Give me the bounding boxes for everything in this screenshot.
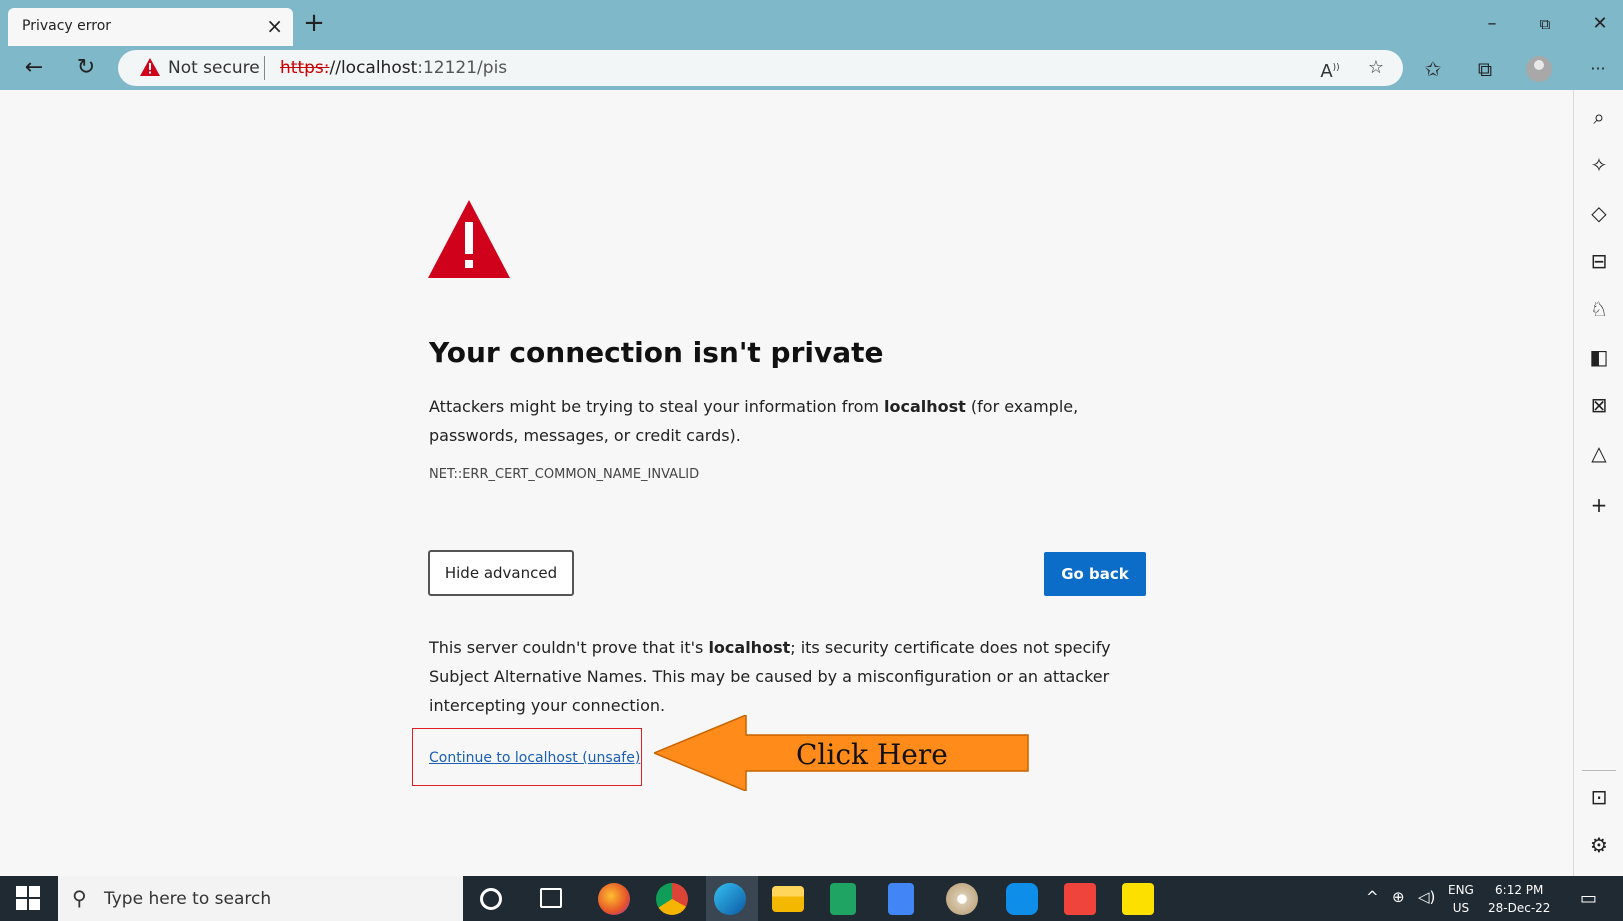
- taskbar-clock[interactable]: 6:12 PM 28-Dec-22: [1488, 881, 1550, 917]
- url-separator: [264, 56, 265, 80]
- cortana-icon[interactable]: [480, 888, 502, 910]
- add-icon[interactable]: +: [1584, 490, 1614, 520]
- sidebar-divider: [1582, 770, 1616, 771]
- copilot-icon[interactable]: ✧: [1584, 150, 1614, 180]
- refresh-button[interactable]: ↻: [70, 52, 102, 84]
- chrome-icon[interactable]: [656, 883, 688, 915]
- description-host: localhost: [884, 397, 966, 416]
- close-tab-icon[interactable]: ×: [266, 14, 283, 38]
- warning-triangle-icon: [428, 200, 510, 278]
- notifications-icon[interactable]: ▭: [1580, 888, 1597, 909]
- tab-privacy-error[interactable]: Privacy error ×: [8, 8, 293, 46]
- hide-advanced-button[interactable]: Hide advanced: [428, 550, 574, 596]
- address-bar[interactable]: Not secure https://localhost:12121/pis A…: [118, 50, 1403, 86]
- url-text[interactable]: https://localhost:12121/pis: [280, 58, 507, 78]
- minimize-button[interactable]: –: [1477, 10, 1507, 38]
- url-scheme: https:: [280, 58, 330, 78]
- restore-button[interactable]: ⧉: [1530, 10, 1560, 38]
- volume-icon[interactable]: ◁): [1418, 888, 1435, 906]
- settings-icon[interactable]: ⚙: [1584, 830, 1614, 860]
- tools-icon[interactable]: ⊟: [1584, 246, 1614, 276]
- click-here-annotation: Click Here: [796, 738, 948, 771]
- read-aloud-icon[interactable]: A)): [1316, 56, 1344, 82]
- not-secure-label[interactable]: Not secure: [168, 58, 260, 78]
- back-button[interactable]: ←: [18, 52, 50, 84]
- search-icon[interactable]: ⌕: [1584, 102, 1614, 132]
- taskbar-search-placeholder: Type here to search: [104, 889, 272, 909]
- show-hidden-icons-icon[interactable]: ^: [1366, 888, 1379, 906]
- docs-icon[interactable]: [888, 883, 914, 915]
- windows-start-icon[interactable]: [16, 886, 40, 910]
- details-host: localhost: [708, 638, 791, 657]
- tab-title: Privacy error: [22, 18, 112, 34]
- sticky-notes-icon[interactable]: [1122, 883, 1154, 915]
- language-code: ENG: [1448, 883, 1474, 897]
- search-glass-icon: ⚲: [72, 886, 87, 910]
- shopping-tag-icon[interactable]: ◇: [1584, 198, 1614, 228]
- office-icon[interactable]: ◧: [1584, 342, 1614, 372]
- windows-taskbar: ⚲ Type here to search ^ ⊕ ◁) ENG US 6:12 …: [0, 876, 1623, 921]
- split-screen-icon[interactable]: ⊡: [1584, 782, 1614, 812]
- url-path: :12121/pis: [417, 58, 508, 78]
- anydesk-icon[interactable]: [1064, 883, 1096, 915]
- new-tab-button[interactable]: +: [300, 10, 328, 38]
- warning-description: Attackers might be trying to steal your …: [429, 392, 1129, 450]
- description-text-start: Attackers might be trying to steal your …: [429, 397, 885, 416]
- error-code[interactable]: NET::ERR_CERT_COMMON_NAME_INVALID: [429, 467, 699, 482]
- advanced-details: This server couldn't prove that it's loc…: [429, 633, 1119, 720]
- tab-strip: Privacy error × + – ⧉ ✕: [0, 0, 1623, 46]
- details-text-start: This server couldn't prove that it's: [429, 638, 709, 657]
- page-title: Your connection isn't private: [429, 336, 884, 369]
- edge-sidebar: ⌕ ✧ ◇ ⊟ ♘ ◧ ⊠ △ + ⊡ ⚙: [1573, 90, 1623, 876]
- profile-icon[interactable]: [1526, 56, 1552, 82]
- file-explorer-icon[interactable]: [772, 886, 804, 912]
- go-back-button[interactable]: Go back: [1044, 552, 1146, 596]
- region-code: US: [1452, 901, 1470, 915]
- firefox-icon[interactable]: [598, 883, 630, 915]
- not-secure-warning-icon: [140, 58, 160, 76]
- task-view-icon[interactable]: [540, 888, 562, 908]
- paint-icon[interactable]: [946, 883, 978, 915]
- continue-unsafe-link[interactable]: Continue to localhost (unsafe): [429, 750, 640, 766]
- teamviewer-icon[interactable]: [1006, 883, 1038, 915]
- more-menu-button[interactable]: ···: [1583, 56, 1613, 82]
- sheets-icon[interactable]: [830, 883, 856, 915]
- page-content: Your connection isn't private Attackers …: [0, 90, 1573, 876]
- url-host: //localhost: [329, 58, 418, 78]
- favorites-icon[interactable]: ✩: [1418, 56, 1448, 82]
- navigation-bar: ← ↻ Not secure https://localhost:12121/p…: [0, 46, 1623, 90]
- collections-icon[interactable]: ⧉: [1470, 56, 1500, 82]
- clock-date: 28-Dec-22: [1488, 901, 1551, 915]
- drop-icon[interactable]: △: [1584, 438, 1614, 468]
- games-icon[interactable]: ♘: [1584, 294, 1614, 324]
- language-indicator[interactable]: ENG US: [1448, 881, 1474, 917]
- edge-icon[interactable]: [714, 883, 746, 915]
- outlook-icon[interactable]: ⊠: [1584, 390, 1614, 420]
- network-icon[interactable]: ⊕: [1392, 888, 1405, 906]
- clock-time: 6:12 PM: [1495, 883, 1544, 897]
- taskbar-search[interactable]: ⚲ Type here to search: [58, 876, 463, 921]
- window-close-button[interactable]: ✕: [1585, 10, 1615, 38]
- add-favorite-icon[interactable]: ☆: [1362, 56, 1390, 80]
